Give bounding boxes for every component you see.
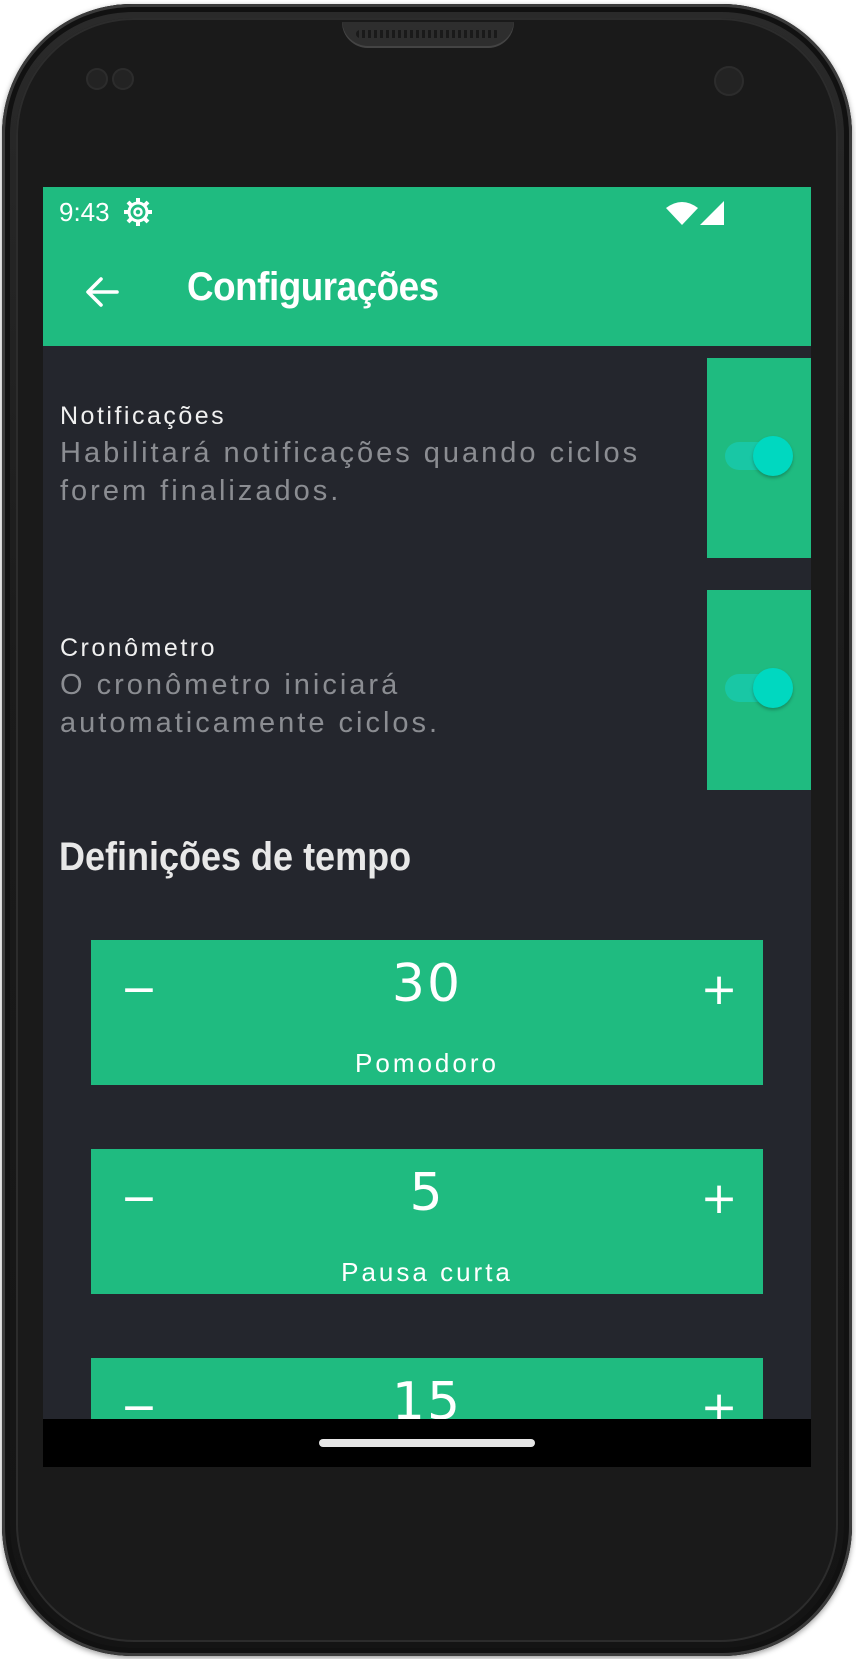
sensor-dot [86,68,108,90]
front-camera [714,66,744,96]
short-break-stepper: − 5 + Pausa curta [91,1149,763,1294]
setting-stopwatch: Cronômetro O cronômetro iniciará automat… [43,590,811,790]
setting-title: Notificações [60,402,227,430]
notifications-toggle[interactable] [707,358,811,558]
setting-description: Habilitará notificações quando ciclos fo… [60,437,641,507]
arrow-left-icon[interactable] [77,267,127,317]
home-gesture-bar[interactable] [319,1439,535,1447]
pomodoro-stepper: − 30 + Pomodoro [91,940,763,1085]
stepper-value: 30 [391,954,463,1014]
signal-icon [700,201,724,225]
page-title: Configurações [187,265,439,309]
setting-title: Cronômetro [60,634,217,662]
stopwatch-toggle[interactable] [707,590,811,790]
app-bar: Configurações [43,237,811,346]
stepper-label: Pausa curta [341,1257,513,1287]
wifi-icon [666,202,698,225]
switch-thumb [753,668,793,708]
gear-icon [124,198,152,226]
status-bar: 9:43 [43,187,811,237]
sensor-dot [112,68,134,90]
screen: 9:43 Configurações Notificações Habilita… [43,187,811,1467]
setting-notifications: Notificações Habilitará notificações qua… [43,358,811,558]
increment-button[interactable]: + [689,960,749,1020]
stepper-value: 5 [409,1163,445,1223]
stepper-label: Pomodoro [355,1048,499,1078]
switch-thumb [753,436,793,476]
navigation-bar [43,1419,811,1467]
setting-description: O cronômetro iniciará automaticamente ci… [60,669,441,739]
status-time: 9:43 [59,197,110,227]
earpiece-speaker [342,22,514,48]
increment-button[interactable]: + [689,1169,749,1229]
section-title: Definições de tempo [59,835,412,879]
